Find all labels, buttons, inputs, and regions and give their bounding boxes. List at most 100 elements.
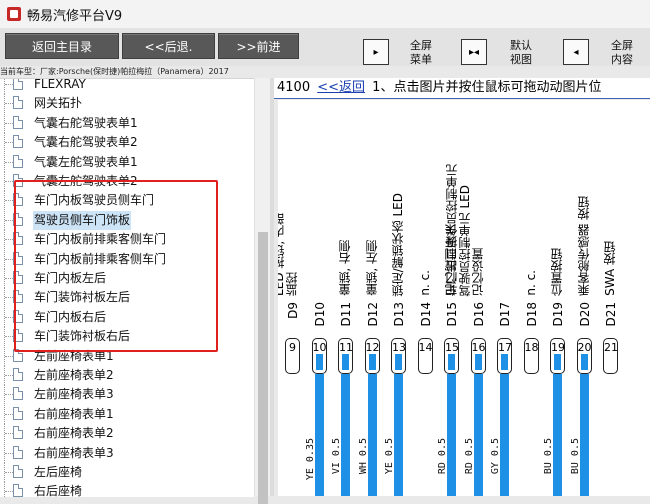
tree-item[interactable]: 车门装饰衬板左后 — [0, 288, 254, 308]
pin-description: n. c. — [417, 270, 432, 296]
tree-item[interactable]: 右前座椅表单3 — [0, 443, 254, 463]
connector-pin[interactable]: 21 — [603, 338, 618, 374]
connector-pin[interactable]: 12 — [364, 338, 380, 374]
tree-item[interactable]: 右后座椅 — [0, 482, 254, 497]
connector-pin[interactable]: 14 — [417, 338, 433, 374]
fullscreen-content-button[interactable]: ◂ — [563, 39, 589, 65]
tree-item[interactable]: 车门内板左后 — [0, 269, 254, 288]
document-icon — [13, 387, 23, 401]
wire[interactable] — [579, 374, 589, 496]
pin-number: 10 — [312, 341, 327, 354]
forward-button[interactable]: >>前进 — [218, 33, 299, 59]
wire[interactable] — [553, 374, 562, 496]
connector-pin[interactable]: 15 — [444, 338, 459, 374]
pane-splitter[interactable] — [270, 78, 274, 496]
content-header: 4100 <<返回 1、点击图片并按住鼠标可拖动动图片位 — [274, 78, 650, 99]
wire-color-label: RD 0.5 — [463, 438, 475, 475]
tree-item[interactable]: 气囊右舵驾驶表单1 — [0, 113, 254, 133]
tree-item[interactable]: 车门内板前排乘客侧车门 — [0, 230, 254, 250]
wire[interactable] — [500, 374, 509, 496]
connector-pin[interactable]: 20 — [576, 338, 592, 374]
tree-item-label: 车门装饰衬板右后 — [34, 329, 131, 344]
document-icon — [13, 309, 23, 323]
toolbar: 返回主目录 <<后退. >>前进 ▸ 全屏 菜单 ▸◂ 默认 视图 ◂ 全屏 内… — [0, 28, 650, 66]
tree-connector — [4, 463, 13, 482]
tree-item[interactable]: 左前座椅表单3 — [0, 385, 254, 405]
tree-item[interactable]: 车门内板右后 — [0, 307, 254, 327]
tree-connector — [4, 424, 13, 444]
wire[interactable] — [341, 374, 350, 496]
pin-description: 乘客舱传感器 按钮 — [576, 196, 591, 296]
tree-scrollbar[interactable] — [254, 78, 271, 504]
connector-pin[interactable]: 11 — [338, 338, 353, 374]
document-icon — [13, 445, 23, 459]
scrollbar-thumb[interactable] — [258, 232, 268, 504]
tree-item[interactable]: 车门装饰衬板右后 — [0, 327, 254, 347]
connector-pin[interactable]: 16 — [470, 338, 486, 374]
fullscreen-menu-button[interactable]: ▸ — [363, 39, 389, 65]
wire[interactable] — [473, 374, 483, 496]
tree-item[interactable]: 气囊右舵驾驶表单2 — [0, 133, 254, 153]
document-icon — [13, 426, 23, 440]
tree-connector — [4, 133, 13, 153]
pin-wire-segment — [315, 354, 323, 370]
tree-item[interactable]: 车门内板驾驶员侧车门 — [0, 191, 254, 211]
back-button[interactable]: <<后退. — [122, 33, 215, 59]
document-icon — [13, 348, 23, 362]
connector-pin[interactable]: 19 — [550, 338, 565, 374]
document-icon — [13, 96, 23, 110]
connector-pin[interactable]: 10 — [311, 338, 327, 374]
tree-item[interactable]: 右前座椅表单1 — [0, 404, 254, 424]
pin-description: 驾驶员控制单元 LED — [457, 184, 472, 296]
pin-wire-segment — [448, 354, 455, 370]
wire-color-label: BU 0.5 — [543, 438, 554, 475]
wire-color-label: YE 0.5 — [384, 438, 395, 475]
wire-color-label: RD 0.5 — [437, 438, 448, 475]
tree-connector — [4, 404, 13, 424]
default-view-text: 默认 视图 — [510, 39, 532, 66]
tree-item[interactable]: 网关拓扑 — [0, 94, 254, 114]
tree-item[interactable]: FLEXRAY — [0, 78, 254, 94]
tree-item-label: 车门内板左后 — [34, 271, 107, 285]
document-icon — [13, 154, 23, 168]
tree-connector — [4, 443, 13, 463]
document-icon — [13, 174, 23, 187]
default-view-button[interactable]: ▸◂ — [461, 39, 487, 65]
wire[interactable] — [367, 374, 377, 496]
wire[interactable] — [394, 374, 403, 496]
tree-item[interactable]: 驾驶员侧车门饰板 — [0, 210, 254, 230]
tree-connector — [4, 269, 13, 288]
connector-pin[interactable]: 18 — [523, 338, 539, 374]
wire[interactable] — [447, 374, 456, 496]
content-back-link[interactable]: <<返回 — [314, 80, 365, 95]
tree-item[interactable]: 左前座椅表单1 — [0, 346, 254, 366]
connector-pin[interactable]: 9 — [285, 338, 300, 374]
pin-wire-segment — [580, 354, 588, 370]
tree-item[interactable]: 车门内板前排乘客侧车门 — [0, 249, 254, 269]
pin-number: 15 — [445, 341, 459, 354]
connector-pin[interactable]: 17 — [497, 338, 512, 374]
tree-item[interactable]: 左前座椅表单2 — [0, 366, 254, 385]
pin-wire-segment — [395, 354, 402, 370]
tree-connector — [4, 327, 13, 347]
fullscreen-menu-text: 全屏 菜单 — [410, 39, 432, 66]
document-icon — [13, 368, 23, 381]
tree-item[interactable]: 气囊左舵驾驶表单1 — [0, 152, 254, 172]
tree-item-label: FLEXRAY — [34, 78, 86, 91]
tree-item-label: 气囊左舵驾驶表单1 — [34, 154, 138, 169]
pin-number: 13 — [392, 341, 406, 354]
tree-item[interactable]: 左后座椅 — [0, 463, 254, 482]
tree-item-label: 车门内板前排乘客侧车门 — [34, 251, 167, 266]
pin-label: D20 — [577, 302, 592, 327]
tree-connector — [4, 113, 13, 133]
tree-item[interactable]: 右前座椅表单2 — [0, 424, 254, 444]
connector-pin[interactable]: 13 — [391, 338, 406, 374]
tree-item-label: 左后座椅 — [34, 465, 83, 479]
pin-label: D21 — [604, 302, 618, 327]
document-icon — [13, 193, 23, 207]
main-menu-button[interactable]: 返回主目录 — [5, 33, 119, 59]
section-code: 4100 — [277, 80, 311, 95]
pin-number: 12 — [365, 341, 380, 354]
tree-item[interactable]: 气囊左舵驾驶表单2 — [0, 172, 254, 191]
wiring-diagram[interactable]: LCA 状态LED 按钮, 内部监控D99D1010YE 0.35童锁, 右侧D… — [278, 100, 650, 496]
